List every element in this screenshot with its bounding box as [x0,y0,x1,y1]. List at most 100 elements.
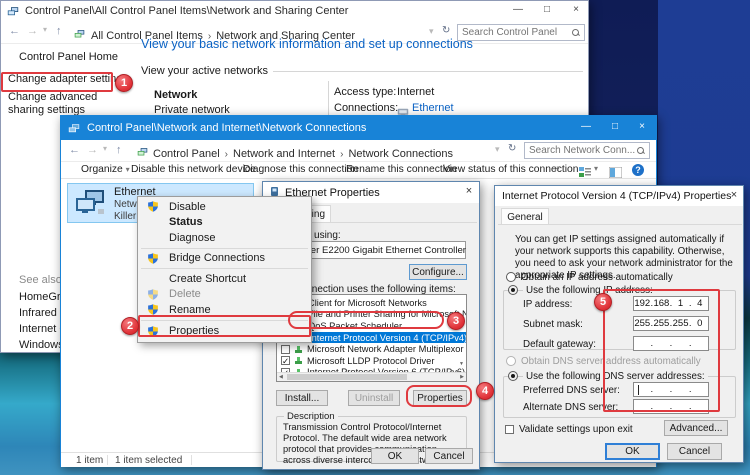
d2-advanced-button[interactable]: Advanced... [664,420,728,436]
menu-item-diagnose[interactable]: Diagnose [138,230,311,246]
w2-maximize-icon[interactable]: □ [601,121,629,132]
w1-page-heading: View your basic network information and … [141,37,473,51]
w2-toolbar-disable[interactable]: Disable this network device [131,164,256,175]
w1-recent-dropdown-icon[interactable]: ▾ [43,25,47,34]
validate-checkbox[interactable] [505,425,514,434]
w2-toolbar-diagnose[interactable]: Diagnose this connection [243,164,358,175]
radio-use-dns[interactable] [508,371,518,381]
list-scroll-down-icon[interactable]: ▼ [459,361,464,367]
d1-close-icon[interactable]: × [461,185,477,197]
w2-crumb-item-3[interactable]: Network Connections [348,148,453,160]
w1-address-dropdown-icon[interactable]: ▾ [429,26,434,37]
menu-item-bridge-connections[interactable]: Bridge Connections [138,251,311,267]
w2-crumb-sep-1: › [220,149,233,160]
validate-label[interactable]: Validate settings upon exit [519,424,633,435]
w1-network-name: Network [154,89,197,101]
list-item-multiplexor[interactable]: Microsoft Network Adapter Multiplexor Pr… [277,343,466,355]
menu-item-status[interactable]: Status [138,215,311,231]
w2-search-box[interactable]: Search Network Conn... [524,142,650,159]
menu-label: Disable [169,201,206,213]
d2-close-icon[interactable]: × [727,189,741,201]
d2-tab-general[interactable]: General [501,208,549,225]
w2-crumb-item-1[interactable]: Control Panel [153,148,220,160]
w1-sidebar-home[interactable]: Control Panel Home [19,51,118,63]
d1-configure-button[interactable]: Configure... [409,264,467,280]
w1-sidebar-change-advanced[interactable]: Change advanced sharing settings [8,91,118,117]
w2-address-dropdown-icon[interactable]: ▾ [495,144,500,155]
menu-item-delete: Delete [138,287,311,303]
w2-up-icon[interactable]: ↑ [116,144,122,156]
w1-connections-label: Connections: [334,102,398,114]
w2-preview-pane-icon[interactable] [609,165,622,183]
multiplexor-icon [294,345,303,354]
d2-advanced-label: Advanced... [670,423,723,434]
w2-breadcrumb[interactable]: Control Panel›Network and Internet›Netwo… [153,144,453,162]
w2-view-dropdown-icon[interactable]: ▾ [594,164,598,173]
d1-install-button[interactable]: Install... [276,390,328,406]
w1-titlebar[interactable]: Control Panel\All Control Panel Items\Ne… [1,1,588,21]
w2-toolbar-organize[interactable]: Organize ▾ [81,164,130,175]
d2-title: Internet Protocol Version 4 (TCP/IPv4) P… [502,190,731,202]
w2-search-icon[interactable] [637,147,645,155]
hscroll-thumb[interactable] [287,374,407,380]
d1-cancel-label: Cancel [433,451,464,462]
d2-ok-button[interactable]: OK [605,443,660,460]
uac-shield-icon [147,288,163,301]
d1-cancel-button[interactable]: Cancel [425,448,473,464]
menu-label: Delete [169,288,201,300]
menu-label: Status [169,216,203,228]
menu-separator [141,268,308,269]
list-item-label: Client for Microsoft Networks [308,298,427,308]
w2-toolbar-rename[interactable]: Rename this connection [346,164,456,175]
checkbox-unchecked-icon[interactable] [281,345,290,354]
w2-title: Control Panel\Network and Internet\Netwo… [87,122,366,134]
w1-refresh-icon[interactable]: ↻ [442,25,450,36]
w2-recent-dropdown-icon[interactable]: ▾ [103,144,107,153]
d1-ok-button[interactable]: OK [371,448,419,464]
menu-item-disable[interactable]: Disable [138,199,311,215]
w1-close-icon[interactable]: × [562,4,590,15]
w2-back-icon[interactable]: ← [69,144,80,156]
w2-status-selected: 1 item selected [115,455,182,466]
d1-ok-label: OK [388,451,402,462]
radio-use-ip[interactable] [508,285,518,295]
menu-separator [141,248,308,249]
w2-help-icon[interactable]: ? [632,164,644,176]
w2-view-details-icon[interactable] [579,165,591,183]
checkbox-checked-icon[interactable] [281,356,290,365]
d2-tab-divider [498,224,742,225]
d2-cancel-button[interactable]: Cancel [667,443,722,460]
list-hscrollbar[interactable]: ◀ ▶ [277,372,466,381]
annotation-box-properties-menu [138,315,311,337]
w1-forward-icon[interactable]: → [27,25,38,37]
w1-up-icon[interactable]: ↑ [56,25,62,37]
w2-forward-icon[interactable]: → [87,144,98,156]
w2-titlebar[interactable]: Control Panel\Network and Internet\Netwo… [61,116,656,140]
menu-item-create-shortcut[interactable]: Create Shortcut [138,271,311,287]
w2-crumb-item-2[interactable]: Network and Internet [233,148,335,160]
w1-maximize-icon[interactable]: □ [533,4,561,15]
w1-connections-link[interactable]: Ethernet [412,102,454,114]
list-item-lldp[interactable]: Microsoft LLDP Protocol Driver [277,355,466,367]
w1-sidebar-infrared[interactable]: Infrared [19,307,57,319]
annotation-step-4: 4 [476,382,494,400]
annotation-box-ipv4-item [288,311,444,329]
w2-status-count: 1 item [76,455,103,466]
w2-refresh-icon[interactable]: ↻ [508,143,516,154]
hscroll-right-icon[interactable]: ▶ [460,374,464,380]
annotation-box-properties-button [406,385,472,407]
w2-close-icon[interactable]: × [628,121,656,132]
w1-sidebar-see-also: See also [19,274,62,286]
w2-toolbar-overflow-icon[interactable]: » [554,163,560,174]
w1-search-box[interactable]: Search Control Panel [457,24,585,41]
radio-obtain-ip[interactable] [506,272,516,282]
radio-obtain-dns [506,356,516,366]
radio-obtain-ip-label[interactable]: Obtain an IP address automatically [521,272,673,283]
hscroll-left-icon[interactable]: ◀ [279,374,283,380]
d2-titlebar[interactable]: Internet Protocol Version 4 (TCP/IPv4) P… [495,186,743,206]
w1-search-icon[interactable] [572,29,580,37]
w1-back-icon[interactable]: ← [9,25,20,37]
w1-minimize-icon[interactable]: — [504,4,532,15]
default-gateway-label: Default gateway: [523,339,596,350]
w2-minimize-icon[interactable]: — [572,121,600,132]
